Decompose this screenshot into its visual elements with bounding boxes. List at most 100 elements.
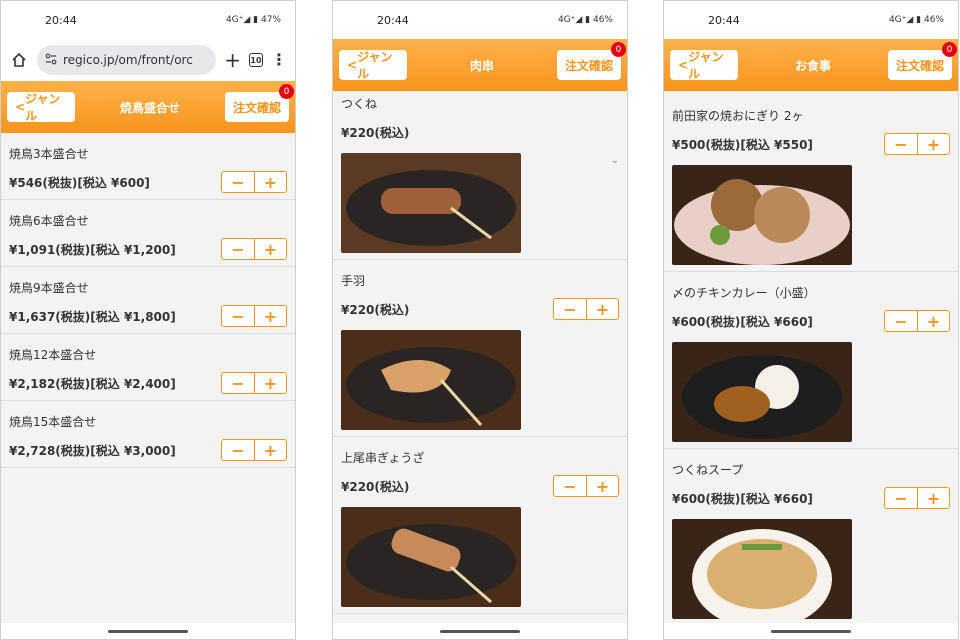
item-price: ¥220(税込): [341, 302, 410, 317]
genre-back-button[interactable]: < ジャンル: [670, 50, 738, 81]
item-name: つくねスープ: [672, 462, 744, 477]
item-price: ¥500(税抜)[税込 ¥550]: [672, 137, 813, 152]
chevron-left-icon: <: [347, 58, 358, 72]
onigiri-photo: [672, 165, 852, 265]
item-price: ¥220(税込): [341, 125, 410, 140]
chevron-left-icon: <: [678, 58, 689, 72]
item-name: 焼鳥12本盛合せ: [9, 347, 97, 362]
list-item: つくね ¥220(税込): [333, 83, 627, 260]
plus-icon[interactable]: +: [586, 299, 618, 319]
list-item: 焼鳥12本盛合せ ¥2,182(税抜)[税込 ¥2,400] − +: [1, 334, 295, 401]
item-name: 焼鳥9本盛合せ: [9, 280, 89, 295]
item-price: ¥2,182(税抜)[税込 ¥2,400]: [9, 376, 176, 391]
quantity-stepper: − +: [553, 298, 619, 320]
genre-back-button[interactable]: < ジャンル: [339, 50, 407, 81]
minus-icon[interactable]: −: [222, 239, 254, 259]
list-item: 前田家の焼おにぎり 2ヶ ¥500(税抜)[税込 ¥550] − +: [664, 95, 958, 272]
item-name: つくね: [341, 96, 378, 111]
status-time: 20:44: [45, 13, 77, 27]
tsukune-photo: [341, 153, 521, 253]
status-bar: 20:44 4G⁺◢ ▮ 46%: [664, 1, 958, 39]
quantity-stepper: − +: [884, 487, 950, 509]
status-time: 20:44: [377, 13, 409, 27]
item-name: 焼鳥3本盛合せ: [9, 146, 89, 161]
gesture-bar[interactable]: [333, 623, 627, 639]
page-title: お食事: [794, 58, 831, 73]
order-confirm-button[interactable]: 注文確認: [224, 92, 289, 122]
minus-icon[interactable]: −: [222, 440, 254, 460]
list-item: 手羽 ¥220(税込) − +: [333, 260, 627, 437]
list-item: 焼鳥3本盛合せ ¥546(税抜)[税込 ¥600] − +: [1, 133, 295, 200]
minus-icon[interactable]: −: [554, 476, 586, 496]
phone-screen-1: 20:44 4G⁺◢ ▮ 47% regico.jp/om/front/orc …: [0, 0, 296, 640]
status-signal: 4G⁺◢ ▮ 46%: [557, 15, 613, 25]
plus-icon[interactable]: +: [917, 488, 949, 508]
plus-icon[interactable]: +: [586, 476, 618, 496]
page-header: < ジャンル お食事 注文確認 0: [664, 39, 958, 91]
back-label: ジャンル: [25, 92, 61, 123]
plus-icon[interactable]: +: [917, 311, 949, 331]
list-item: つくねスープ ¥600(税抜)[税込 ¥660] − +: [664, 449, 958, 626]
address-bar[interactable]: regico.jp/om/front/orc: [37, 45, 217, 75]
item-price: ¥1,637(税抜)[税込 ¥1,800]: [9, 309, 176, 324]
list-item: 〆のチキンカレー（小盛） ¥600(税抜)[税込 ¥660] − +: [664, 272, 958, 449]
chevron-left-icon: <: [15, 100, 26, 114]
item-name: 前田家の焼おにぎり 2ヶ: [672, 108, 804, 123]
menu-list: ⌄ つくね ¥220(税込) 手羽 ¥220(税込) − + 上尾串ぎょうざ ¥2…: [333, 83, 627, 614]
quantity-stepper: − +: [884, 310, 950, 332]
genre-back-button[interactable]: < ジャンル: [7, 92, 75, 123]
minus-icon[interactable]: −: [222, 373, 254, 393]
quantity-stepper: − +: [553, 475, 619, 497]
quantity-stepper: − +: [221, 305, 287, 327]
quantity-stepper: − +: [221, 171, 287, 193]
minus-icon[interactable]: −: [885, 311, 917, 331]
minus-icon[interactable]: −: [885, 134, 917, 154]
plus-icon[interactable]: +: [254, 373, 286, 393]
status-signal: 4G⁺◢ ▮ 47%: [225, 15, 281, 25]
item-price: ¥600(税抜)[税込 ¥660]: [672, 491, 813, 506]
item-name: 手羽: [341, 273, 366, 288]
gesture-bar[interactable]: [1, 623, 295, 639]
tab-switcher-icon[interactable]: 10: [249, 53, 263, 67]
quantity-stepper: − +: [221, 439, 287, 461]
tsukune-soup-photo: [672, 519, 852, 619]
quantity-stepper: − +: [221, 372, 287, 394]
item-name: 上尾串ぎょうざ: [341, 450, 425, 465]
back-label: ジャンル: [357, 50, 393, 81]
item-price: ¥220(税込): [341, 479, 410, 494]
chicken-curry-photo: [672, 342, 852, 442]
order-confirm-button[interactable]: 注文確認: [887, 50, 952, 80]
plus-icon[interactable]: +: [254, 239, 286, 259]
status-bar: 20:44 4G⁺◢ ▮ 46%: [333, 1, 627, 39]
gesture-bar[interactable]: [664, 623, 958, 639]
quantity-stepper: − +: [221, 238, 287, 260]
new-tab-icon[interactable]: +: [224, 50, 241, 70]
item-price: ¥2,728(税抜)[税込 ¥3,000]: [9, 443, 176, 458]
status-time: 20:44: [708, 13, 740, 27]
plus-icon[interactable]: +: [254, 440, 286, 460]
site-settings-icon[interactable]: [45, 53, 57, 68]
list-item: 焼鳥9本盛合せ ¥1,637(税抜)[税込 ¥1,800] − +: [1, 267, 295, 334]
status-signal: 4G⁺◢ ▮ 46%: [888, 15, 944, 25]
plus-icon[interactable]: +: [254, 172, 286, 192]
item-price: ¥1,091(税抜)[税込 ¥1,200]: [9, 242, 176, 257]
minus-icon[interactable]: −: [554, 299, 586, 319]
phone-screen-3: 20:44 4G⁺◢ ▮ 46% < ジャンル お食事 注文確認 0 前田家の焼お…: [663, 0, 959, 640]
page-title: 焼鳥盛合せ: [119, 100, 180, 115]
minus-icon[interactable]: −: [222, 306, 254, 326]
back-label: ジャンル: [688, 50, 724, 81]
home-icon[interactable]: [9, 50, 29, 70]
plus-icon[interactable]: +: [254, 306, 286, 326]
plus-icon[interactable]: +: [917, 134, 949, 154]
browser-toolbar: regico.jp/om/front/orc + 10 ⋮: [1, 39, 295, 81]
quantity-stepper: − +: [884, 133, 950, 155]
item-name: 〆のチキンカレー（小盛）: [672, 285, 816, 300]
minus-icon[interactable]: −: [222, 172, 254, 192]
menu-list: 前田家の焼おにぎり 2ヶ ¥500(税抜)[税込 ¥550] − + 〆のチキンカ…: [664, 91, 958, 626]
menu-icon[interactable]: ⋮: [271, 52, 287, 68]
minus-icon[interactable]: −: [885, 488, 917, 508]
list-item: 焼鳥6本盛合せ ¥1,091(税抜)[税込 ¥1,200] − +: [1, 200, 295, 267]
order-confirm-button[interactable]: 注文確認: [556, 50, 621, 80]
page-title: 肉串: [469, 58, 494, 73]
tebasaki-photo: [341, 330, 521, 430]
